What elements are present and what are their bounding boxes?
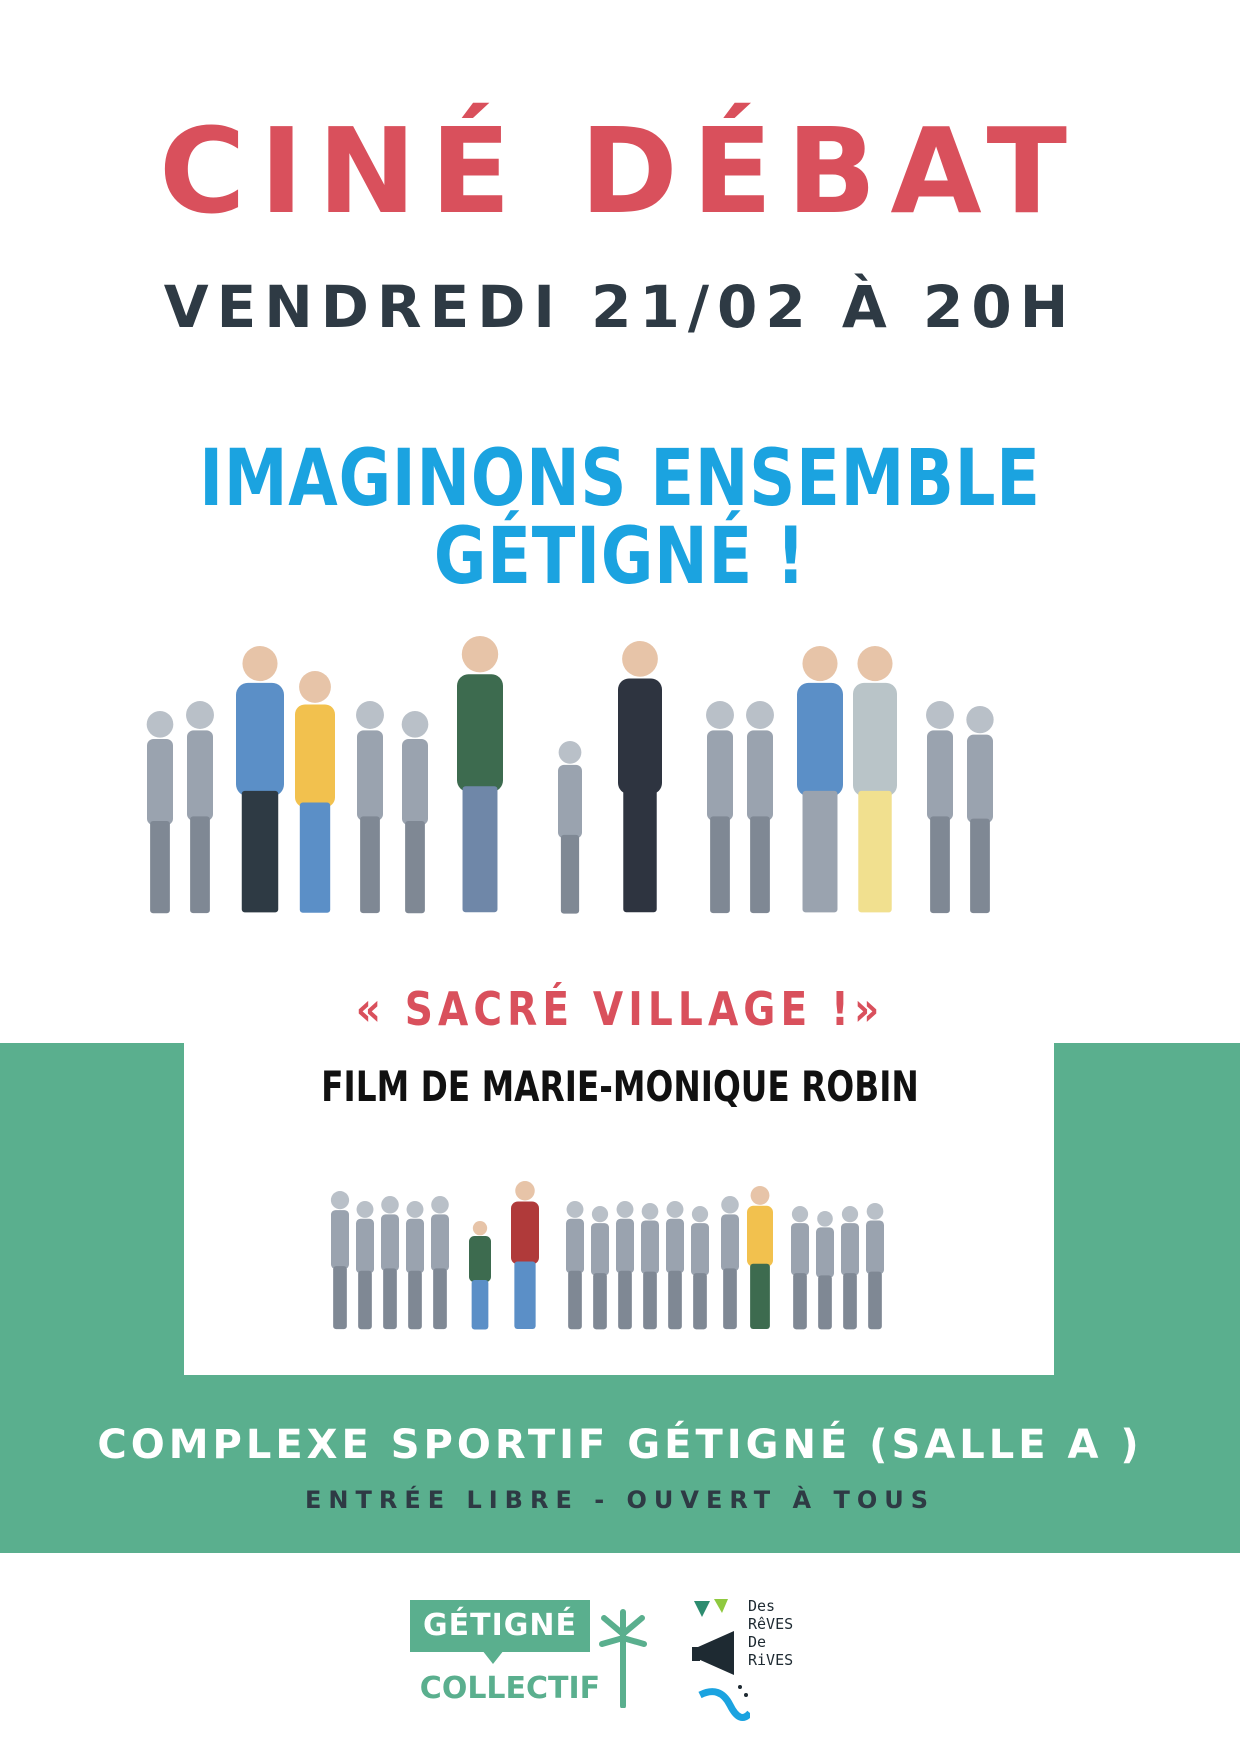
person-figure <box>797 646 843 913</box>
person-figure <box>841 1206 859 1330</box>
person-figure <box>691 1206 709 1330</box>
person-figure <box>866 1203 884 1330</box>
person-figure <box>431 1196 449 1330</box>
person-figure <box>236 646 284 913</box>
reves-line-3: De <box>748 1633 767 1651</box>
person-figure <box>566 1201 584 1330</box>
person-figure <box>146 711 174 914</box>
access-info: ENTRÉE LIBRE - OUVERT À TOUS <box>304 1486 935 1514</box>
person-figure <box>295 671 335 913</box>
person-figure <box>591 1206 609 1330</box>
film-title: « SACRÉ VILLAGE !» <box>355 982 885 1036</box>
person-figure <box>618 641 662 913</box>
palm-tree-icon <box>599 1609 647 1708</box>
person-figure <box>853 646 897 913</box>
person-figure <box>641 1203 659 1330</box>
person-figure <box>747 1186 773 1330</box>
person-figure <box>457 636 503 913</box>
film-author: FILM DE MARIE-MONIQUE ROBIN <box>321 1062 919 1111</box>
person-figure <box>381 1196 399 1330</box>
logo-getigne-label: GÉTIGNÉ <box>410 1600 590 1652</box>
person-figure <box>356 1201 374 1330</box>
person-figure <box>746 701 774 914</box>
person-figure <box>330 1191 350 1330</box>
slogan: IMAGINONS ENSEMBLE GÉTIGNÉ ! <box>199 434 1041 602</box>
person-figure <box>926 701 954 914</box>
person-figure <box>511 1181 539 1329</box>
venue-name: COMPLEXE SPORTIF GÉTIGNÉ (SALLE A ) <box>97 1422 1143 1468</box>
reves-line-1: Des <box>748 1597 776 1615</box>
crowd-illustration-top <box>146 636 994 914</box>
person-figure <box>791 1206 809 1330</box>
poster-title: CINÉ DÉBAT <box>158 102 1082 240</box>
reves-line-4: RiVES <box>748 1651 794 1669</box>
person-figure <box>401 711 429 914</box>
person-figure <box>186 701 214 914</box>
person-figure <box>356 701 384 914</box>
crowd-illustration-bottom <box>330 1181 884 1330</box>
person-figure <box>816 1211 834 1330</box>
person-figure <box>558 741 582 914</box>
reves-line-2: RêVES <box>748 1615 794 1633</box>
event-date: VENDREDI 21/02 À 20H <box>163 273 1077 341</box>
des-reves-de-rives-logo: Des RêVES De RiVES <box>690 1595 830 1725</box>
person-figure <box>666 1201 684 1330</box>
megaphone-icon <box>692 1599 750 1721</box>
person-figure <box>966 706 994 914</box>
speech-tail-icon <box>482 1650 504 1664</box>
logo-collectif-label: COLLECTIF <box>419 1671 601 1706</box>
person-figure <box>706 701 734 914</box>
person-figure <box>616 1201 634 1330</box>
person-figure <box>721 1196 739 1330</box>
person-figure <box>406 1201 424 1330</box>
getigne-collectif-logo: GÉTIGNÉ COLLECTIF <box>410 1600 650 1720</box>
person-figure <box>469 1221 491 1330</box>
